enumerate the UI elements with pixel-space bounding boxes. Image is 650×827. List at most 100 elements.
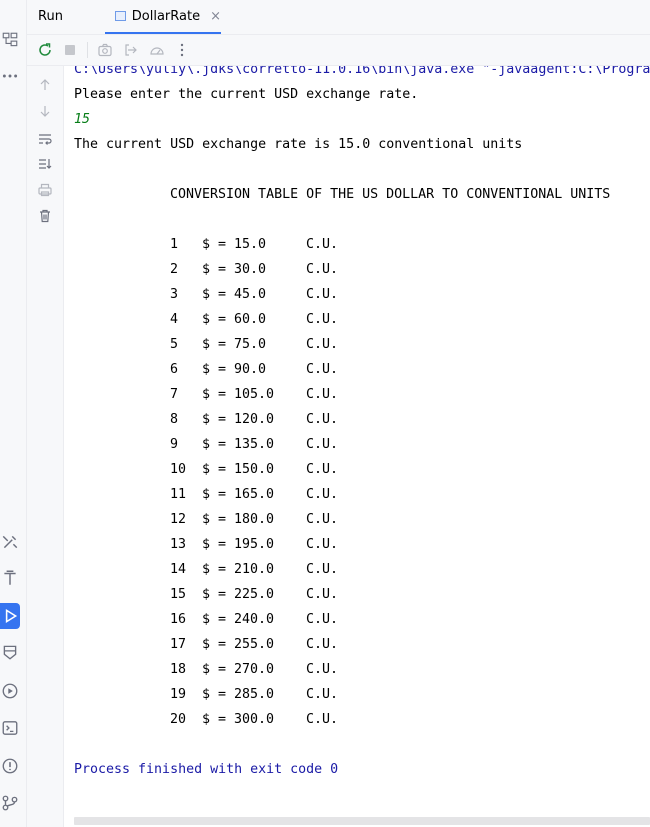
unit-label: C.U. bbox=[306, 262, 339, 277]
row-value: 30.0 bbox=[234, 262, 267, 277]
unit-label: C.U. bbox=[306, 437, 339, 452]
row-number: 7 bbox=[170, 387, 179, 402]
dollar-sign: $ = bbox=[202, 462, 227, 477]
services-icon[interactable] bbox=[0, 681, 20, 701]
row-number: 18 bbox=[170, 662, 187, 677]
row-value: 60.0 bbox=[234, 312, 267, 327]
prompt-text: Please enter the current USD exchange ra… bbox=[74, 87, 419, 102]
scroll-to-end-icon[interactable] bbox=[36, 155, 54, 173]
dollar-sign: $ = bbox=[202, 362, 227, 377]
row-number: 4 bbox=[170, 312, 179, 327]
coverage-icon[interactable] bbox=[148, 41, 166, 59]
command-line: C:\Users\yuliy\.jdks\corretto-11.0.16\bi… bbox=[74, 66, 650, 77]
tool-window-strip bbox=[0, 0, 27, 827]
more-icon[interactable] bbox=[0, 66, 20, 86]
dollar-sign: $ = bbox=[202, 537, 227, 552]
row-value: 150.0 bbox=[234, 462, 275, 477]
unit-label: C.U. bbox=[306, 462, 339, 477]
hammer-icon[interactable] bbox=[0, 568, 20, 588]
dollar-sign: $ = bbox=[202, 387, 227, 402]
structure-icon[interactable] bbox=[0, 30, 20, 50]
unit-label: C.U. bbox=[306, 662, 339, 677]
screenshot-icon[interactable] bbox=[96, 41, 114, 59]
window-icon bbox=[115, 11, 126, 21]
row-value: 45.0 bbox=[234, 287, 267, 302]
row-number: 14 bbox=[170, 562, 187, 577]
problems-icon[interactable] bbox=[0, 756, 20, 776]
panel-title: Run bbox=[38, 9, 63, 24]
row-number: 5 bbox=[170, 337, 179, 352]
git-icon[interactable] bbox=[0, 793, 20, 813]
row-value: 180.0 bbox=[234, 512, 275, 527]
row-value: 165.0 bbox=[234, 487, 275, 502]
toolbar-divider bbox=[87, 42, 88, 58]
clear-all-icon[interactable] bbox=[36, 207, 54, 225]
unit-label: C.U. bbox=[306, 362, 339, 377]
unit-label: C.U. bbox=[306, 412, 339, 427]
scrollbar-thumb[interactable] bbox=[74, 817, 650, 825]
debug-icon[interactable] bbox=[0, 642, 20, 662]
row-number: 15 bbox=[170, 587, 187, 602]
row-value: 195.0 bbox=[234, 537, 275, 552]
dollar-sign: $ = bbox=[202, 337, 227, 352]
row-value: 300.0 bbox=[234, 712, 275, 727]
unit-label: C.U. bbox=[306, 337, 339, 352]
dollar-sign: $ = bbox=[202, 587, 227, 602]
row-number: 10 bbox=[170, 462, 187, 477]
unit-label: C.U. bbox=[306, 512, 339, 527]
row-number: 11 bbox=[170, 487, 187, 502]
row-value: 240.0 bbox=[234, 612, 275, 627]
build-icon[interactable] bbox=[0, 532, 20, 552]
row-number: 8 bbox=[170, 412, 179, 427]
unit-label: C.U. bbox=[306, 487, 339, 502]
row-value: 285.0 bbox=[234, 687, 275, 702]
tab-dollarrate[interactable]: DollarRate × bbox=[105, 0, 221, 34]
dollar-sign: $ = bbox=[202, 712, 227, 727]
row-number: 2 bbox=[170, 262, 179, 277]
scroll-down-icon[interactable] bbox=[36, 102, 54, 120]
restore-layout-icon[interactable] bbox=[122, 41, 140, 59]
soft-wrap-icon[interactable] bbox=[36, 130, 54, 148]
run-icon[interactable] bbox=[0, 603, 20, 629]
exit-message: Process finished with exit code 0 bbox=[74, 762, 339, 777]
row-number: 3 bbox=[170, 287, 179, 302]
row-value: 15.0 bbox=[234, 237, 267, 252]
tab-label: DollarRate bbox=[131, 8, 201, 24]
table-title: CONVERSION TABLE OF THE US DOLLAR TO CON… bbox=[170, 187, 611, 202]
print-icon[interactable] bbox=[36, 181, 54, 199]
row-number: 6 bbox=[170, 362, 179, 377]
scroll-up-icon[interactable] bbox=[36, 76, 54, 94]
row-number: 13 bbox=[170, 537, 187, 552]
row-value: 75.0 bbox=[234, 337, 267, 352]
row-number: 16 bbox=[170, 612, 187, 627]
row-value: 225.0 bbox=[234, 587, 275, 602]
stop-icon[interactable] bbox=[61, 41, 79, 59]
unit-label: C.U. bbox=[306, 387, 339, 402]
more-options-icon[interactable] bbox=[173, 41, 191, 59]
unit-label: C.U. bbox=[306, 562, 339, 577]
row-value: 90.0 bbox=[234, 362, 267, 377]
console-side-toolbar bbox=[27, 66, 64, 827]
row-value: 105.0 bbox=[234, 387, 275, 402]
dollar-sign: $ = bbox=[202, 287, 227, 302]
unit-label: C.U. bbox=[306, 312, 339, 327]
dollar-sign: $ = bbox=[202, 687, 227, 702]
unit-label: C.U. bbox=[306, 587, 339, 602]
rerun-icon[interactable] bbox=[36, 41, 54, 59]
row-value: 120.0 bbox=[234, 412, 275, 427]
dollar-sign: $ = bbox=[202, 662, 227, 677]
row-value: 135.0 bbox=[234, 437, 275, 452]
close-icon[interactable]: × bbox=[210, 9, 221, 24]
horizontal-scrollbar[interactable] bbox=[64, 813, 650, 827]
console-output[interactable]: C:\Users\yuliy\.jdks\corretto-11.0.16\bi… bbox=[64, 66, 650, 813]
row-number: 19 bbox=[170, 687, 187, 702]
row-value: 270.0 bbox=[234, 662, 275, 677]
unit-label: C.U. bbox=[306, 287, 339, 302]
row-value: 210.0 bbox=[234, 562, 275, 577]
unit-label: C.U. bbox=[306, 237, 339, 252]
row-number: 12 bbox=[170, 512, 187, 527]
terminal-icon[interactable] bbox=[0, 718, 20, 738]
unit-label: C.U. bbox=[306, 712, 339, 727]
run-toolbar bbox=[27, 35, 650, 66]
row-number: 1 bbox=[170, 237, 179, 252]
